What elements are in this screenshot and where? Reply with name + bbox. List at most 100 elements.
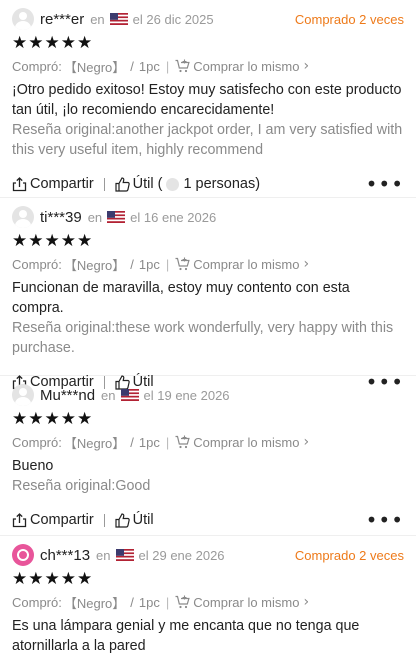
avatar <box>12 206 34 228</box>
star-icon: ★ <box>28 568 44 589</box>
quantity-label: 1pc <box>138 434 160 450</box>
star-icon: ★ <box>44 408 60 429</box>
thumbs-up-icon <box>115 176 130 192</box>
thumbs-up-icon <box>115 512 130 528</box>
star-rating: ★ ★ ★ ★ ★ <box>12 408 404 430</box>
star-rating: ★ ★ ★ ★ ★ <box>12 32 404 54</box>
star-icon: ★ <box>77 230 93 251</box>
variant-label: 【Negro】 <box>63 435 126 451</box>
share-button[interactable]: Compartir <box>12 512 94 528</box>
star-icon: ★ <box>60 32 76 53</box>
reviews-feed: re***er en el 26 dic 2025 Comprado 2 vec… <box>0 0 416 656</box>
review-date: el 19 ene 2026 <box>143 387 230 403</box>
avatar <box>12 384 34 406</box>
star-icon: ★ <box>12 568 28 589</box>
bought-label: Compró: <box>12 594 62 610</box>
star-icon: ★ <box>44 32 60 53</box>
variant-label: 【Negro】 <box>63 257 126 273</box>
star-icon: ★ <box>12 230 28 251</box>
cart-icon <box>175 435 190 449</box>
star-icon: ★ <box>60 230 76 251</box>
helpful-label: Útil <box>132 176 154 192</box>
helpful-button[interactable]: Útil <box>115 176 154 192</box>
star-rating: ★ ★ ★ ★ ★ <box>12 568 404 590</box>
chevron-right-icon: › <box>303 256 310 272</box>
star-icon: ★ <box>60 408 76 429</box>
original-review-text: Reseña original:another jackpot order, I… <box>12 122 403 158</box>
share-icon <box>12 176 27 191</box>
star-icon: ★ <box>28 230 44 251</box>
review-card: re***er en el 26 dic 2025 Comprado 2 vec… <box>0 0 416 198</box>
us-flag-icon <box>107 211 126 223</box>
quantity-label: 1pc <box>138 594 160 610</box>
share-label: Compartir <box>30 176 94 192</box>
star-icon: ★ <box>77 408 93 429</box>
country-prefix: en <box>90 11 105 27</box>
buy-same-button[interactable]: Comprar lo mismo › <box>175 594 309 610</box>
review-text: Es una lámpara genial y me encanta que n… <box>12 618 360 654</box>
purchase-info: Compró: 【Negro】 / 1pc | Comprar lo mismo… <box>12 58 310 75</box>
more-dots-icon[interactable]: ••• <box>366 510 404 530</box>
buy-same-label: Comprar lo mismo <box>193 594 300 610</box>
star-icon: ★ <box>44 568 60 589</box>
helpful-button[interactable]: Útil <box>115 512 154 528</box>
variant-label: 【Negro】 <box>63 595 126 611</box>
buy-same-button[interactable]: Comprar lo mismo › <box>175 256 309 272</box>
quantity-label: 1pc <box>138 256 160 272</box>
bought-label: Compró: <box>12 434 62 450</box>
review-text: Bueno <box>12 458 54 474</box>
buy-same-label: Comprar lo mismo <box>193 256 300 272</box>
buy-same-button[interactable]: Comprar lo mismo › <box>175 58 309 74</box>
star-icon: ★ <box>60 568 76 589</box>
chevron-right-icon: › <box>303 434 310 450</box>
variant-label: 【Negro】 <box>63 59 126 75</box>
share-button[interactable]: Compartir <box>12 176 94 192</box>
purchase-info: Compró: 【Negro】 / 1pc | Comprar lo mismo… <box>12 594 310 611</box>
buy-same-label: Comprar lo mismo <box>193 58 300 74</box>
us-flag-icon <box>120 389 139 401</box>
review-header: ch***13 en el 29 ene 2026 Comprado 2 vec… <box>12 542 404 568</box>
review-text: ¡Otro pedido exitoso! Estoy muy satisfec… <box>12 82 402 118</box>
country-prefix: en <box>101 387 116 403</box>
star-icon: ★ <box>12 32 28 53</box>
review-date: el 26 dic 2025 <box>132 11 214 27</box>
share-icon <box>12 512 27 527</box>
review-text: Funcionan de maravilla, estoy muy conten… <box>12 280 350 316</box>
review-header: re***er en el 26 dic 2025 Comprado 2 vec… <box>12 6 404 32</box>
country-prefix: en <box>96 547 111 563</box>
helpful-count: ( 1 personas) <box>157 176 261 192</box>
review-actions: Compartir Útil ••• <box>12 500 404 540</box>
star-icon: ★ <box>12 408 28 429</box>
purchase-info: Compró: 【Negro】 / 1pc | Comprar lo mismo… <box>12 256 310 273</box>
reviewer-name: ch***13 <box>40 546 91 564</box>
review-header: Mu***nd en el 19 ene 2026 <box>12 382 404 408</box>
us-flag-icon <box>109 13 128 25</box>
reviewer-name: Mu***nd <box>40 386 96 404</box>
avatar <box>12 8 34 30</box>
chevron-right-icon: › <box>303 58 310 74</box>
buy-same-button[interactable]: Comprar lo mismo › <box>175 434 309 450</box>
original-review-text: Reseña original:these work wonderfully, … <box>12 320 394 356</box>
buy-same-label: Comprar lo mismo <box>193 434 300 450</box>
reviewer-name: re***er <box>40 10 85 28</box>
star-rating: ★ ★ ★ ★ ★ <box>12 230 404 252</box>
reviewer-name: ti***39 <box>40 208 82 226</box>
review-card: Mu***nd en el 19 ene 2026 ★ ★ ★ ★ ★ Compró: … <box>0 376 416 536</box>
cart-icon <box>175 59 190 73</box>
star-icon: ★ <box>28 408 44 429</box>
bought-label: Compró: <box>12 256 62 272</box>
cart-icon <box>175 257 190 271</box>
purchase-info: Compró: 【Negro】 / 1pc | Comprar lo mismo… <box>12 434 310 451</box>
review-card: ti***39 en el 16 ene 2026 ★ ★ ★ ★ ★ Compró: … <box>0 198 416 392</box>
original-review-text: Reseña original:Good <box>12 478 151 494</box>
avatar <box>12 544 34 566</box>
us-flag-icon <box>115 549 134 561</box>
review-card: ch***13 en el 29 ene 2026 Comprado 2 vec… <box>0 536 416 656</box>
helpful-label: Útil <box>132 512 154 528</box>
share-label: Compartir <box>30 512 94 528</box>
review-header: ti***39 en el 16 ene 2026 <box>12 204 404 230</box>
country-prefix: en <box>87 209 103 225</box>
more-dots-icon[interactable]: ••• <box>366 174 404 194</box>
quantity-label: 1pc <box>138 58 160 74</box>
bought-times-badge: Comprado 2 veces <box>294 547 404 563</box>
